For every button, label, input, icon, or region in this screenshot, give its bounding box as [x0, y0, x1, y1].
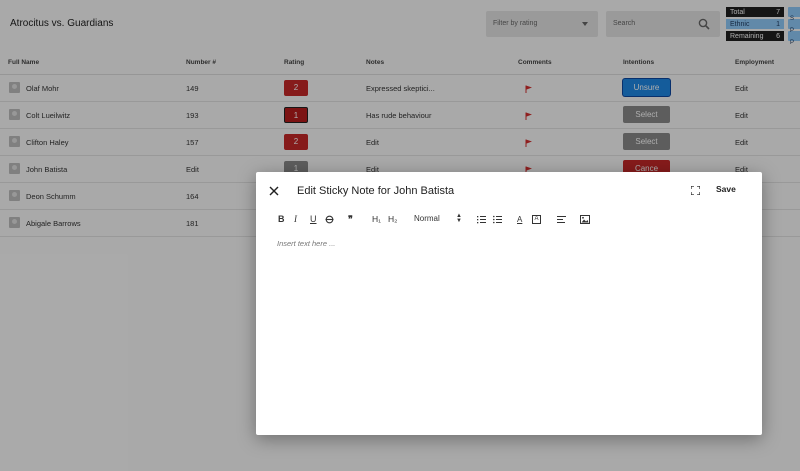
- sticky-note-dialog: Edit Sticky Note for John Batista Save B…: [256, 172, 762, 435]
- text-format-value: Normal: [414, 214, 440, 223]
- align-left-icon[interactable]: [557, 215, 566, 224]
- bold-button[interactable]: B: [278, 214, 285, 225]
- close-icon[interactable]: [268, 185, 280, 197]
- dialog-title: Edit Sticky Note for John Batista: [297, 185, 455, 197]
- heading-1-button[interactable]: H₁: [372, 214, 381, 225]
- fullscreen-icon[interactable]: [691, 186, 700, 195]
- text-format-select[interactable]: Normal ▲ ▼: [414, 213, 462, 224]
- blockquote-button[interactable]: ❞: [348, 214, 353, 225]
- underline-button[interactable]: U: [310, 214, 317, 225]
- background-color-icon[interactable]: A: [532, 215, 541, 224]
- save-button[interactable]: Save: [716, 184, 736, 194]
- text-color-button[interactable]: A: [517, 214, 522, 225]
- editor-toolbar: B I U ❞ H₁ H₂ Normal ▲ ▼ A A: [256, 212, 762, 228]
- editor-text-area[interactable]: Insert text here ...: [277, 239, 335, 248]
- heading-2-button[interactable]: H₂: [388, 214, 397, 225]
- bullet-list-icon[interactable]: [493, 215, 502, 224]
- image-icon[interactable]: [580, 215, 590, 224]
- italic-button[interactable]: I: [294, 214, 297, 225]
- select-arrows-icon: ▲ ▼: [456, 213, 462, 224]
- strikethrough-icon[interactable]: [325, 215, 334, 224]
- ordered-list-icon[interactable]: [477, 215, 486, 224]
